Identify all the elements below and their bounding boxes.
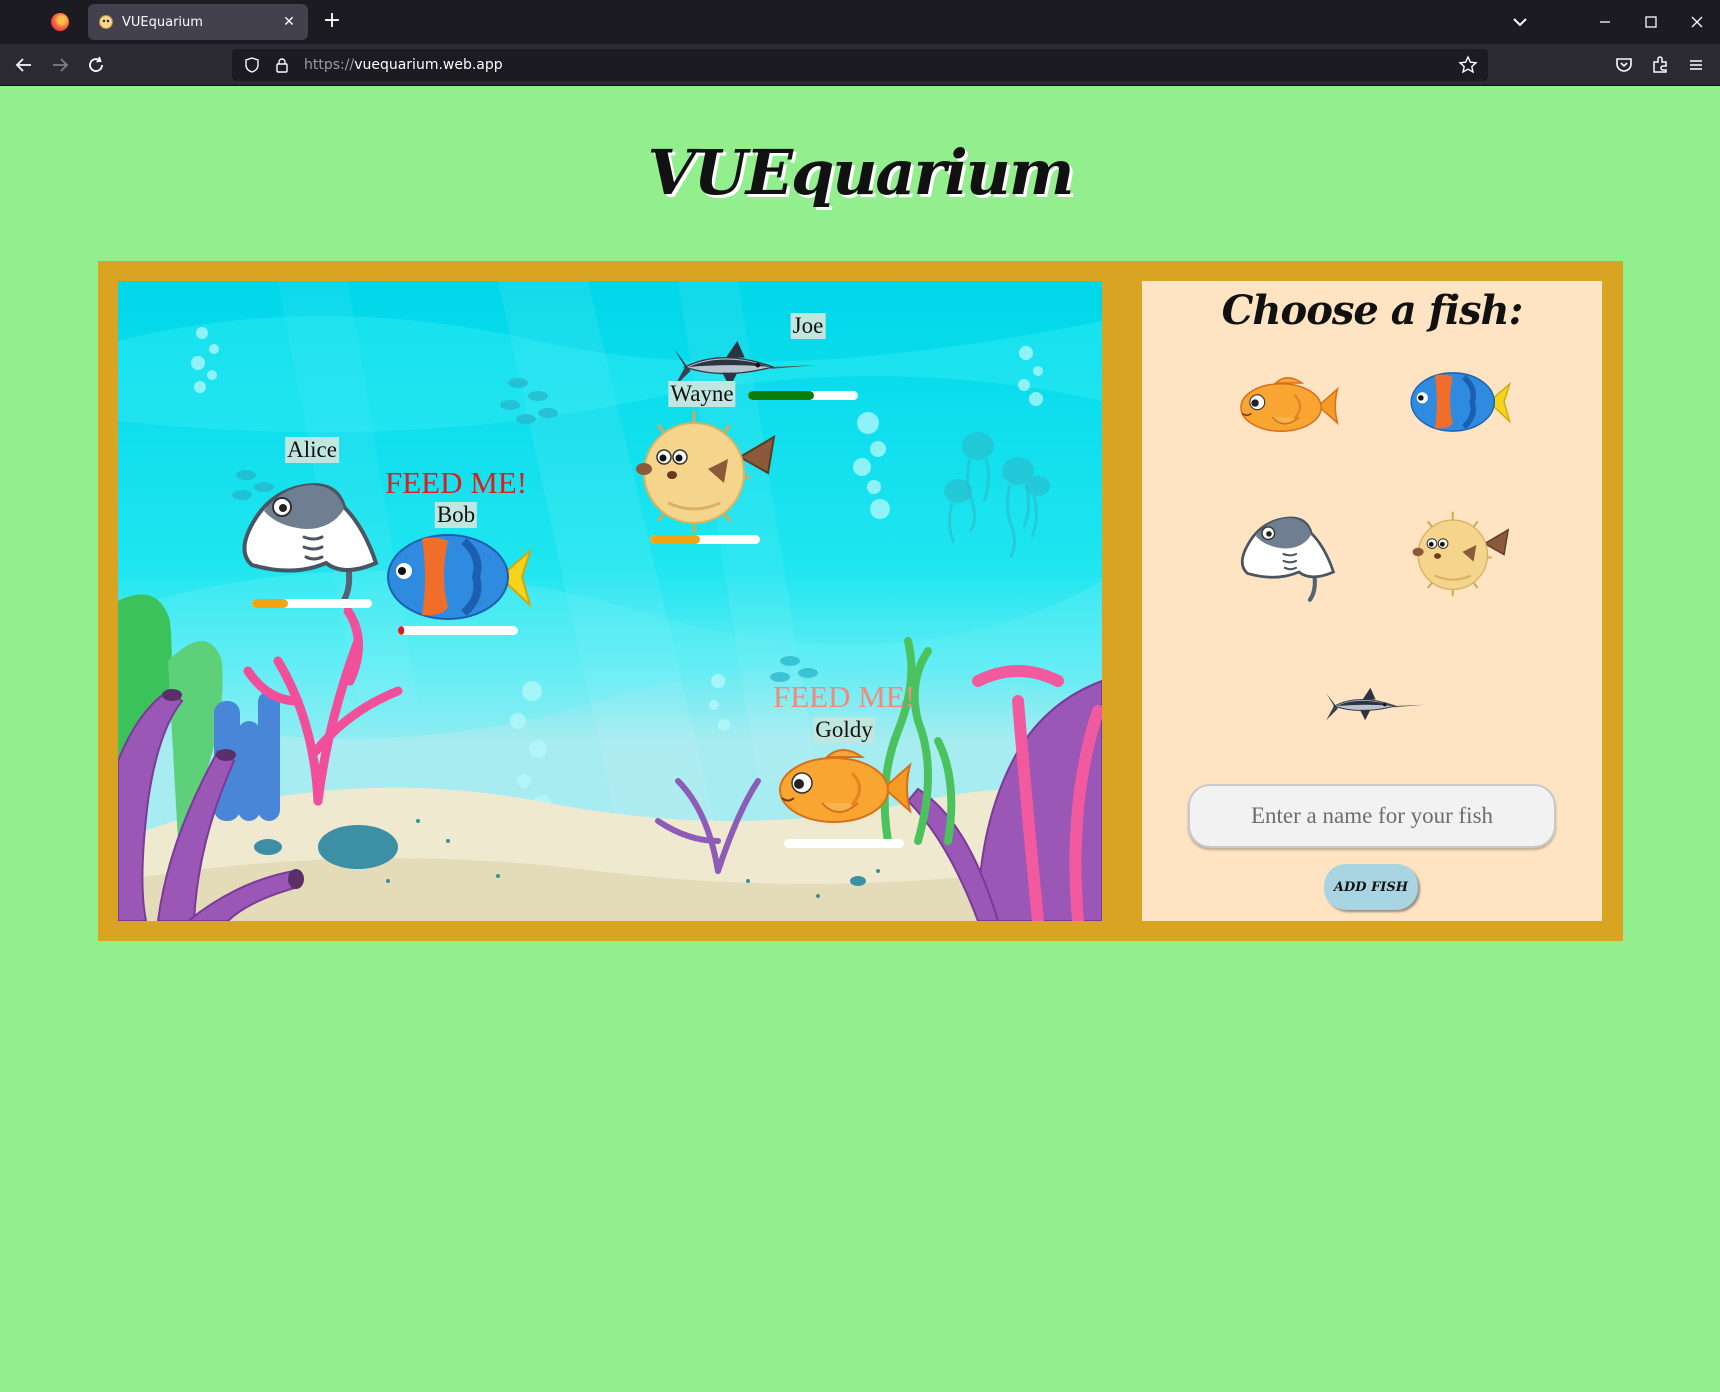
- hunger-bar: [748, 391, 858, 400]
- feed-me-alert: FEED ME!: [772, 679, 916, 714]
- choose-swordfish-button[interactable]: [1318, 651, 1428, 761]
- tab-list-chevron-icon[interactable]: [1508, 10, 1532, 34]
- aquarium-tank: Joe Wayne Alice FEED ME! Bob FEED ME! Go…: [118, 281, 1102, 921]
- url-protocol: https://: [304, 57, 355, 73]
- hunger-bar-fill: [650, 535, 700, 544]
- choose-blue-tang-button[interactable]: [1404, 347, 1514, 457]
- hunger-bar: [784, 839, 904, 848]
- feed-me-alert: FEED ME!: [384, 465, 528, 500]
- fish-chooser-panel: Choose a fish: ADD FISH: [1142, 281, 1602, 921]
- address-bar[interactable]: https://vuequarium.web.app: [232, 49, 1488, 81]
- pufferfish-icon[interactable]: [628, 407, 778, 537]
- firefox-menu-icon[interactable]: [46, 10, 74, 34]
- hunger-bar-fill: [252, 599, 288, 608]
- blue-tang-icon[interactable]: [382, 527, 532, 627]
- forward-arrow-icon[interactable]: [46, 51, 74, 79]
- bookmark-star-icon[interactable]: [1458, 55, 1478, 75]
- fish-name-label: Wayne: [668, 381, 736, 407]
- reload-icon[interactable]: [82, 51, 110, 79]
- fish-name-label: Bob: [434, 502, 478, 528]
- app-menu-hamburger-icon[interactable]: [1682, 51, 1710, 79]
- pocket-icon[interactable]: [1610, 51, 1638, 79]
- browser-nav-bar: https://vuequarium.web.app: [0, 44, 1720, 86]
- new-tab-plus-icon[interactable]: +: [318, 8, 346, 36]
- url-text: https://vuequarium.web.app: [304, 57, 503, 73]
- choose-pufferfish-button[interactable]: [1404, 499, 1514, 609]
- choose-goldfish-button[interactable]: [1232, 351, 1342, 461]
- fish-name-input[interactable]: [1188, 784, 1556, 848]
- hunger-bar: [398, 626, 518, 635]
- stingray-icon: [1235, 504, 1339, 604]
- minimize-window-icon[interactable]: [1590, 8, 1620, 36]
- fish-name-label: Goldy: [813, 717, 875, 743]
- browser-tab-active[interactable]: VUEquarium ✕: [88, 4, 308, 40]
- blue-tang-icon: [1407, 365, 1511, 439]
- pufferfish-icon: [1407, 508, 1511, 600]
- puffer-favicon-icon: [99, 15, 113, 29]
- back-arrow-icon[interactable]: [10, 51, 38, 79]
- tab-close-icon[interactable]: ✕: [280, 14, 298, 30]
- tab-title: VUEquarium: [122, 14, 203, 30]
- close-window-icon[interactable]: [1682, 8, 1712, 36]
- aquarium-frame: Joe Wayne Alice FEED ME! Bob FEED ME! Go…: [98, 261, 1623, 941]
- hunger-bar: [252, 599, 372, 608]
- goldfish-icon[interactable]: [772, 743, 912, 833]
- swordfish-icon: [1321, 686, 1425, 726]
- hunger-bar: [650, 535, 760, 544]
- add-fish-button[interactable]: ADD FISH: [1324, 864, 1418, 910]
- fish-name-label: Alice: [285, 437, 339, 463]
- browser-tab-bar: VUEquarium ✕ +: [0, 0, 1720, 44]
- lock-icon[interactable]: [272, 55, 292, 75]
- hunger-bar-fill: [748, 391, 814, 400]
- goldfish-icon: [1235, 372, 1339, 440]
- maximize-window-icon[interactable]: [1636, 8, 1666, 36]
- chooser-title: Choose a fish:: [1221, 287, 1524, 334]
- url-host: vuequarium.web.app: [354, 57, 503, 73]
- stingray-icon[interactable]: [234, 467, 384, 607]
- choose-stingray-button[interactable]: [1232, 499, 1342, 609]
- extensions-puzzle-icon[interactable]: [1646, 51, 1674, 79]
- fish-name-label: Joe: [790, 313, 826, 339]
- page-title: VUEquarium: [647, 136, 1075, 209]
- hunger-bar-fill: [398, 626, 404, 635]
- tracking-shield-icon[interactable]: [242, 55, 262, 75]
- page-body: VUEquarium Joe Wayne Alice FEED ME! Bob …: [0, 86, 1720, 1392]
